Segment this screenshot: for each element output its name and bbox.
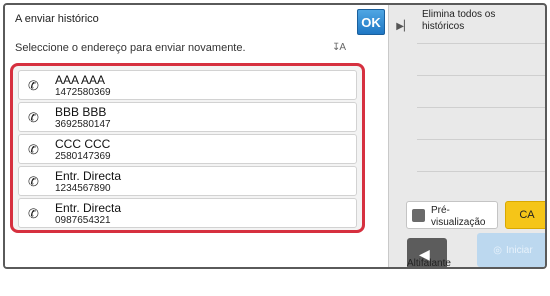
start-icon: ◎ (493, 244, 503, 256)
history-item[interactable]: ✆ Entr. Directa 0987654321 (18, 198, 357, 228)
phone-icon: ✆ (28, 206, 39, 221)
history-item[interactable]: ✆ BBB BBB 3692580147 (18, 102, 357, 132)
phone-icon: ✆ (28, 142, 39, 157)
instruction-text: Seleccione o endereço para enviar novame… (15, 42, 246, 54)
expand-arrow-icon[interactable]: ▶▏ (395, 17, 413, 35)
history-item-number: 0987654321 (55, 215, 111, 226)
empty-slot (417, 171, 545, 203)
phone-icon: ✆ (28, 110, 39, 125)
history-item[interactable]: ✆ CCC CCC 2580147369 (18, 134, 357, 164)
history-item-number: 1234567890 (55, 183, 111, 194)
phone-icon: ✆ (28, 78, 39, 93)
speaker-label: Altifalante (407, 258, 451, 269)
history-list: ✆ AAA AAA 1472580369 ✆ BBB BBB 369258014… (10, 63, 365, 233)
phone-icon: ✆ (28, 174, 39, 189)
screen-frame: A enviar histórico OK Seleccione o ender… (3, 3, 547, 269)
preview-button[interactable]: Pré-visualização (406, 201, 498, 229)
empty-slot (417, 43, 545, 75)
history-item-name: AAA AAA (55, 73, 106, 87)
history-item-number: 3692580147 (55, 119, 111, 130)
empty-slot (417, 139, 545, 171)
empty-slot (417, 75, 545, 107)
history-item-name: CCC CCC (55, 137, 111, 151)
ca-button[interactable]: CA (505, 201, 545, 229)
history-item-name: Entr. Directa (55, 201, 122, 215)
empty-slot (417, 107, 545, 139)
start-label: Iniciar (506, 244, 533, 256)
history-item-name: BBB BBB (55, 105, 107, 119)
sort-icon[interactable]: ↧A (332, 42, 346, 53)
history-item[interactable]: ✆ Entr. Directa 1234567890 (18, 166, 357, 196)
dialog-title: A enviar histórico (15, 13, 99, 25)
history-item-number: 2580147369 (55, 151, 111, 162)
clear-all-history-button[interactable]: Elimina todos os históricos (422, 9, 532, 33)
preview-label: Pré-visualização (431, 205, 486, 228)
side-panel: ▶▏ Elimina todos os históricos Pré-visua… (390, 5, 545, 269)
ok-button[interactable]: OK (357, 9, 385, 35)
send-history-dialog: A enviar histórico OK Seleccione o ender… (5, 5, 389, 267)
history-item[interactable]: ✆ AAA AAA 1472580369 (18, 70, 357, 100)
preview-icon (412, 209, 425, 222)
history-item-name: Entr. Directa (55, 169, 122, 183)
start-button[interactable]: ◎ Iniciar (477, 233, 545, 267)
history-item-number: 1472580369 (55, 87, 111, 98)
